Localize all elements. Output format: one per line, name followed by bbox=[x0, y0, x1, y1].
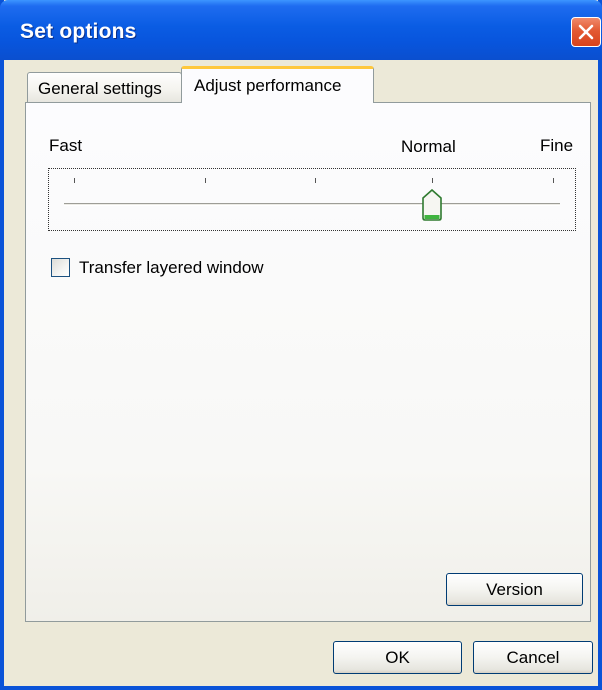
close-icon bbox=[578, 24, 594, 40]
transfer-layered-window-checkbox[interactable] bbox=[51, 258, 70, 277]
tab-general-settings[interactable]: General settings bbox=[27, 72, 182, 102]
close-button[interactable] bbox=[571, 17, 601, 47]
slider-label-normal: Normal bbox=[401, 137, 456, 156]
slider-label-fast: Fast bbox=[49, 136, 83, 155]
slider-tick bbox=[315, 178, 316, 183]
tab-adjust-performance[interactable]: Adjust performance bbox=[181, 66, 374, 103]
slider-label-fine: Fine bbox=[540, 136, 574, 155]
performance-slider[interactable] bbox=[48, 168, 576, 231]
slider-thumb-icon[interactable] bbox=[421, 189, 443, 221]
version-button[interactable]: Version bbox=[446, 573, 583, 606]
slider-tick bbox=[553, 178, 554, 183]
title-bar[interactable]: Set options bbox=[0, 0, 602, 60]
slider-tick bbox=[74, 178, 75, 183]
cancel-button[interactable]: Cancel bbox=[473, 641, 593, 674]
ok-button[interactable]: OK bbox=[333, 641, 462, 674]
transfer-layered-window-label[interactable]: Transfer layered window bbox=[79, 258, 264, 278]
window-title: Set options bbox=[20, 20, 137, 43]
slider-tick bbox=[205, 178, 206, 183]
slider-track bbox=[64, 203, 560, 206]
slider-tick bbox=[432, 178, 433, 183]
